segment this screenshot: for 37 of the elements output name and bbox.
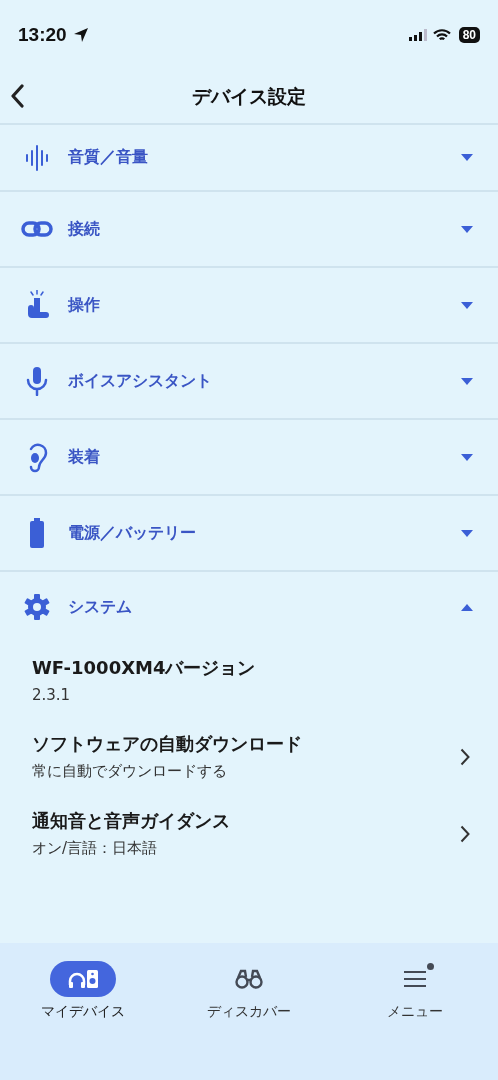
setting-title: ソフトウェアの自動ダウンロード [32, 732, 303, 756]
section-label: 電源／バッテリー [68, 522, 197, 544]
location-arrow-icon [72, 27, 89, 43]
setting-value: オン/言語：日本語 [32, 839, 159, 858]
setting-value: 常に自動でダウンロードする [32, 762, 228, 781]
setting-value: 2.3.1 [32, 686, 72, 704]
tab[interactable]: メニュー [332, 961, 498, 1080]
link-icon [20, 220, 54, 238]
signal-icon [408, 29, 427, 41]
tab[interactable]: マイデバイス [0, 961, 166, 1080]
chevron-right-icon [460, 824, 470, 843]
battery-level: 80 [458, 27, 480, 43]
section-label: システム [68, 596, 133, 618]
section-header[interactable]: 接続 [0, 192, 498, 268]
setting-title: WF-1000XM4バージョン [32, 656, 257, 680]
section-header[interactable]: 操作 [0, 268, 498, 344]
section-header[interactable]: システム [0, 572, 498, 642]
status-time: 13:20 [18, 24, 67, 46]
binoculars-icon [234, 969, 264, 989]
wifi-icon [432, 28, 451, 42]
chevron-right-icon [460, 747, 470, 766]
section-label: 装着 [68, 446, 101, 468]
page-title: デバイス設定 [192, 83, 306, 109]
setting-item[interactable]: 通知音と音声ガイダンス オン/言語：日本語 [0, 795, 498, 872]
section-header[interactable]: 装着 [0, 420, 498, 496]
setting-item[interactable]: ソフトウェアの自動ダウンロード 常に自動でダウンロードする [0, 718, 498, 795]
section-header[interactable]: 音質／音量 [0, 125, 498, 192]
section-label: 操作 [68, 294, 101, 316]
section-label: 接続 [68, 218, 101, 240]
section-header[interactable]: 電源／バッテリー [0, 496, 498, 572]
section-label: ボイスアシスタント [68, 370, 213, 392]
back-button[interactable] [10, 84, 24, 108]
tab[interactable]: ディスカバー [166, 961, 332, 1080]
section-label: 音質／音量 [68, 147, 149, 168]
section-header[interactable]: ボイスアシスタント [0, 344, 498, 420]
menu-icon [403, 970, 427, 988]
setting-title: 通知音と音声ガイダンス [32, 809, 231, 833]
